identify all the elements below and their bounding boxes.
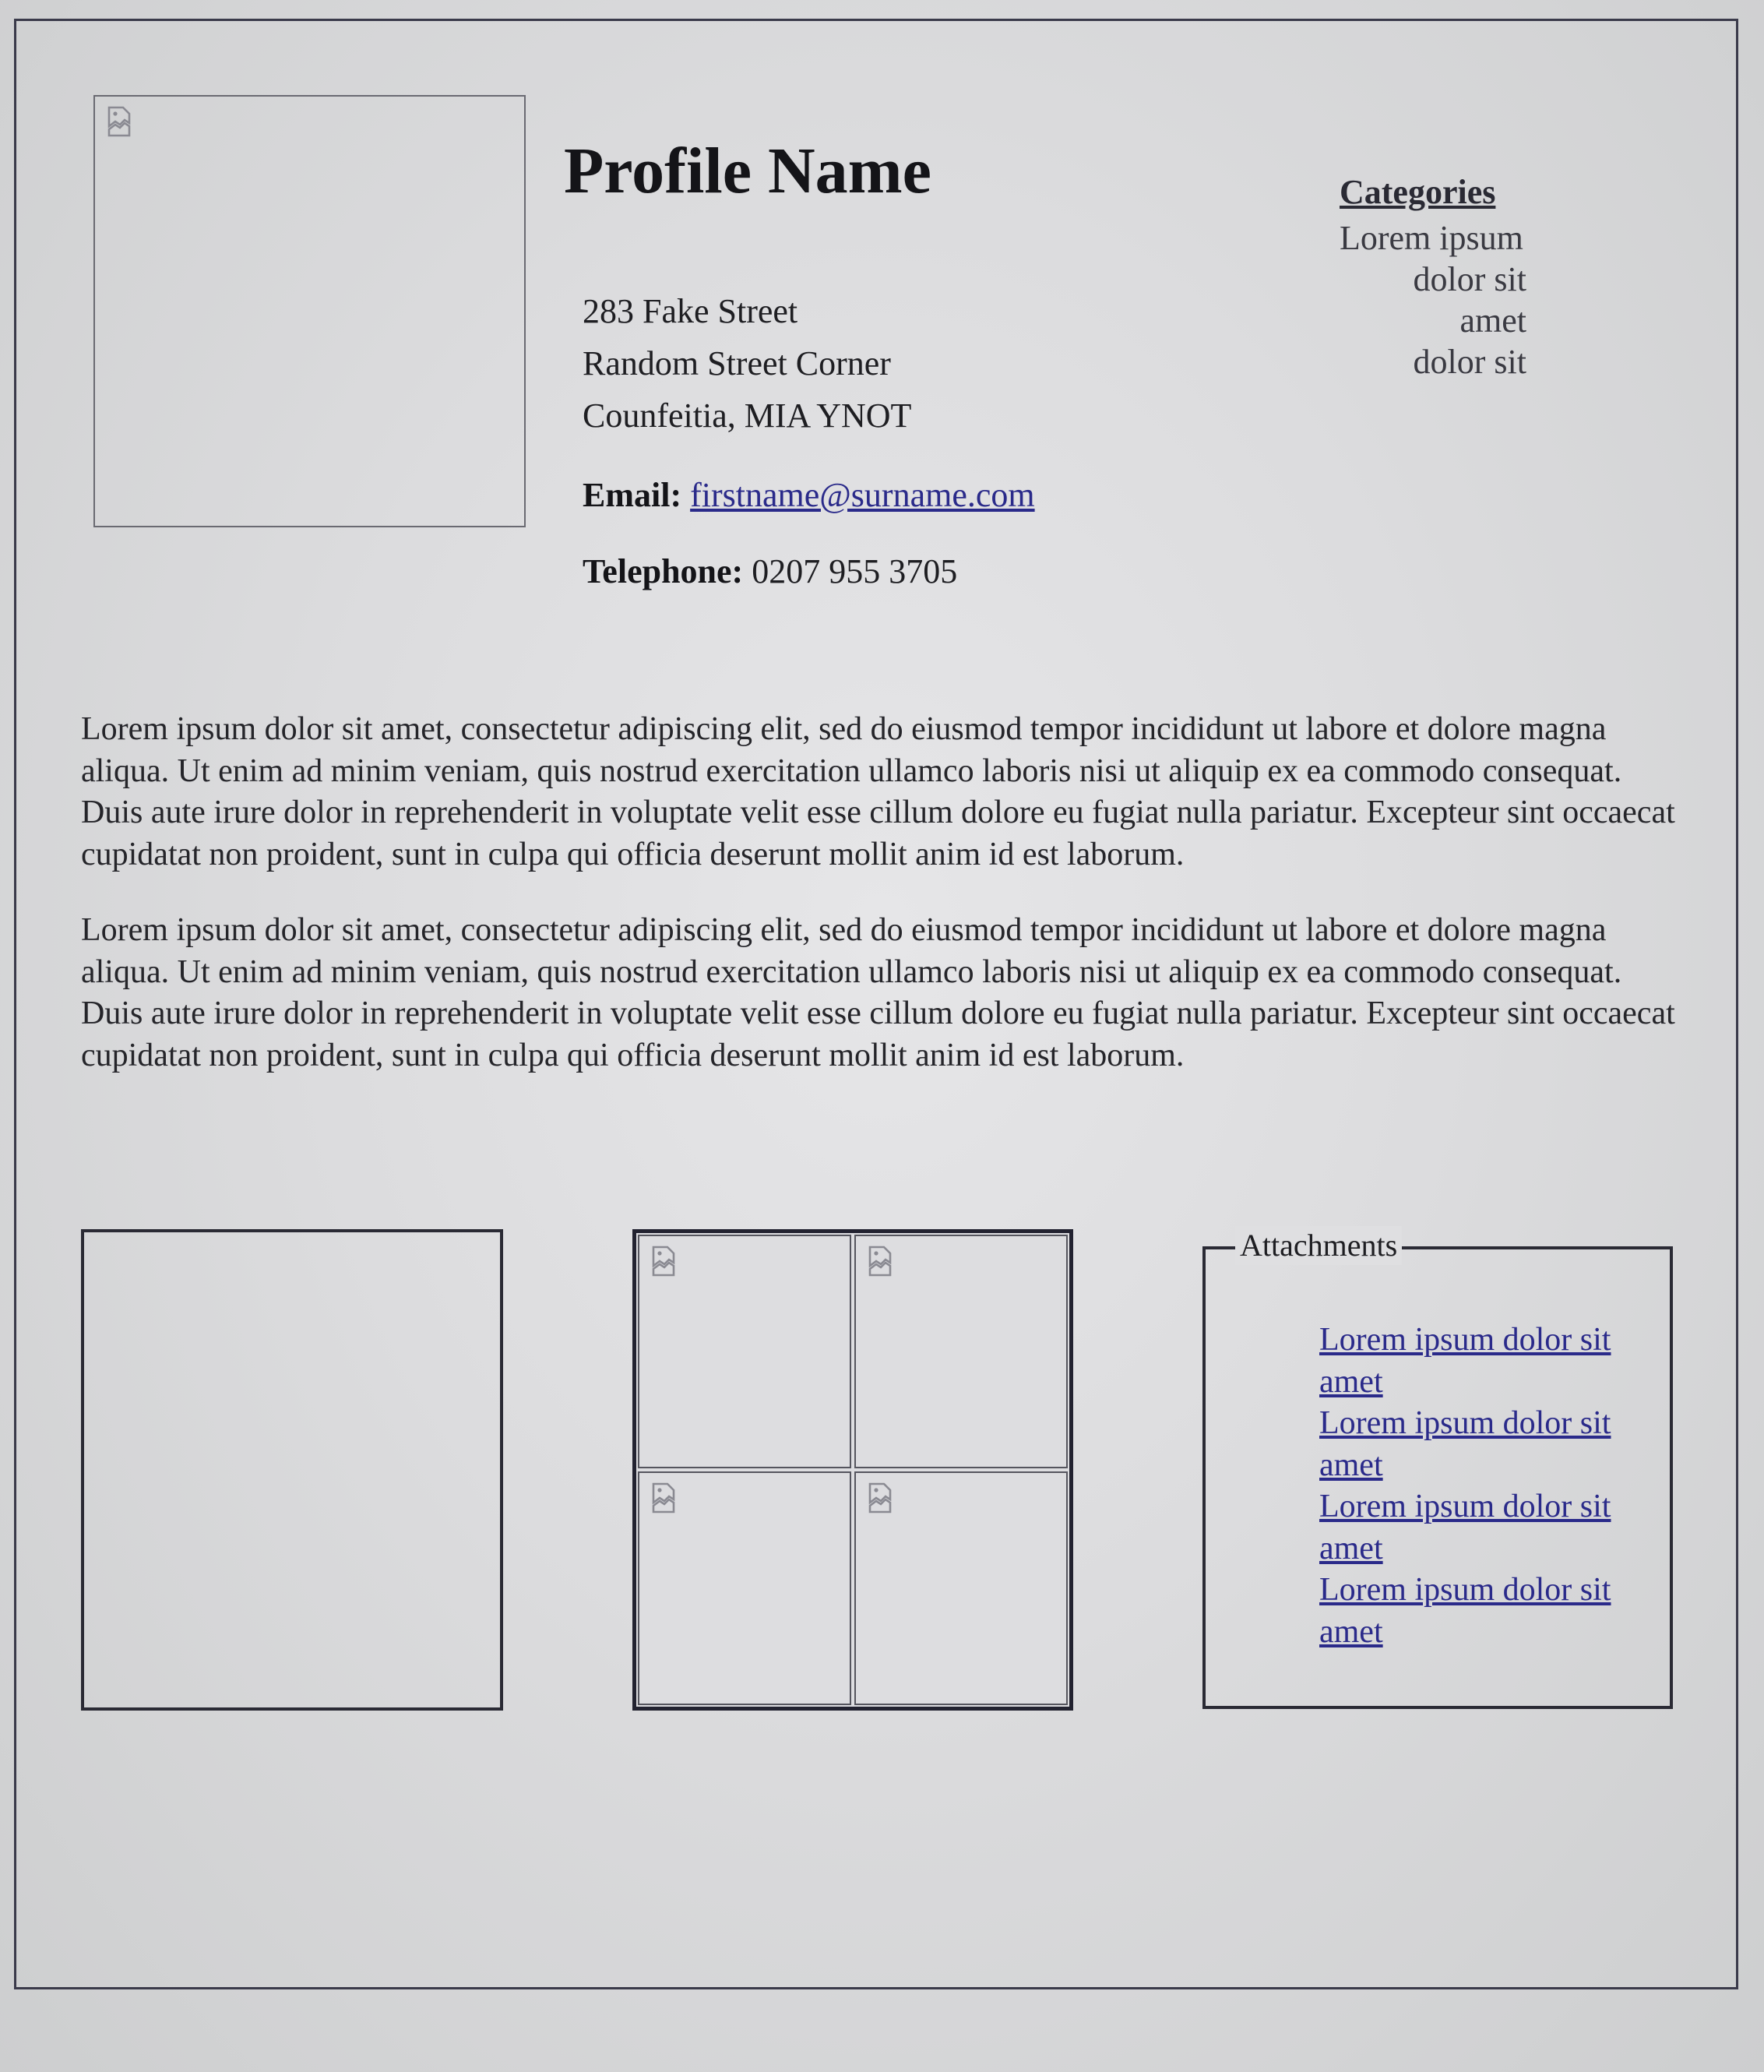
gallery-main-image xyxy=(81,1229,503,1711)
category-item: amet xyxy=(1459,301,1526,340)
attachments-list: Lorem ipsum dolor sit amet Lorem ipsum d… xyxy=(1319,1320,1646,1653)
thumbnail[interactable] xyxy=(638,1235,851,1468)
broken-image-icon xyxy=(652,1246,675,1277)
category-item: dolor sit xyxy=(1413,260,1526,298)
categories-heading: Categories xyxy=(1340,173,1496,211)
broken-image-icon xyxy=(652,1482,675,1513)
address-line-2: Random Street Corner xyxy=(583,344,891,382)
attachment-link[interactable]: Lorem ipsum dolor sit amet xyxy=(1319,1322,1611,1400)
thumbnail[interactable] xyxy=(854,1471,1068,1705)
list-item: Lorem ipsum dolor sit amet xyxy=(1319,1320,1646,1403)
list-item: Lorem ipsum dolor sit amet xyxy=(1319,1486,1646,1570)
email-line: Email: firstname@surname.com xyxy=(583,475,1035,515)
telephone-value: 0207 955 3705 xyxy=(752,552,958,590)
attachment-link[interactable]: Lorem ipsum dolor sit amet xyxy=(1319,1405,1611,1483)
address-line-3: Counfeitia, MIA YNOT xyxy=(583,396,912,435)
thumbnail[interactable] xyxy=(854,1235,1068,1468)
profile-page: Profile Name 283 Fake Street Random Stre… xyxy=(0,0,1764,2072)
body-paragraph-1: Lorem ipsum dolor sit amet, consectetur … xyxy=(81,711,1675,872)
thumbnail-grid xyxy=(632,1229,1073,1711)
list-item: Lorem ipsum dolor sit amet xyxy=(1319,1403,1646,1486)
broken-image-icon xyxy=(868,1246,892,1277)
attachments-legend: Attachments xyxy=(1235,1226,1403,1265)
attachments-box: Attachments Lorem ipsum dolor sit amet L… xyxy=(1202,1226,1673,1709)
body-paragraph-2: Lorem ipsum dolor sit amet, consectetur … xyxy=(81,912,1675,1073)
profile-name: Profile Name xyxy=(564,135,931,207)
categories-block: Categories Lorem ipsum dolor sit amet do… xyxy=(1340,171,1526,382)
address-block: 283 Fake Street Random Street Corner Cou… xyxy=(583,285,911,442)
attachment-link[interactable]: Lorem ipsum dolor sit amet xyxy=(1319,1489,1611,1566)
address-line-1: 283 Fake Street xyxy=(583,292,798,330)
list-item: Lorem ipsum dolor sit amet xyxy=(1319,1570,1646,1653)
category-item: Lorem ipsum xyxy=(1340,219,1523,257)
thumbnail[interactable] xyxy=(638,1471,851,1705)
email-link[interactable]: firstname@surname.com xyxy=(690,476,1035,514)
telephone-label: Telephone: xyxy=(583,552,744,590)
telephone-line: Telephone: 0207 955 3705 xyxy=(583,551,957,591)
email-label: Email: xyxy=(583,476,682,514)
broken-image-icon xyxy=(107,106,131,137)
profile-photo xyxy=(93,95,526,527)
attachment-link[interactable]: Lorem ipsum dolor sit amet xyxy=(1319,1572,1611,1650)
broken-image-icon xyxy=(868,1482,892,1513)
category-item: dolor sit xyxy=(1413,343,1526,381)
